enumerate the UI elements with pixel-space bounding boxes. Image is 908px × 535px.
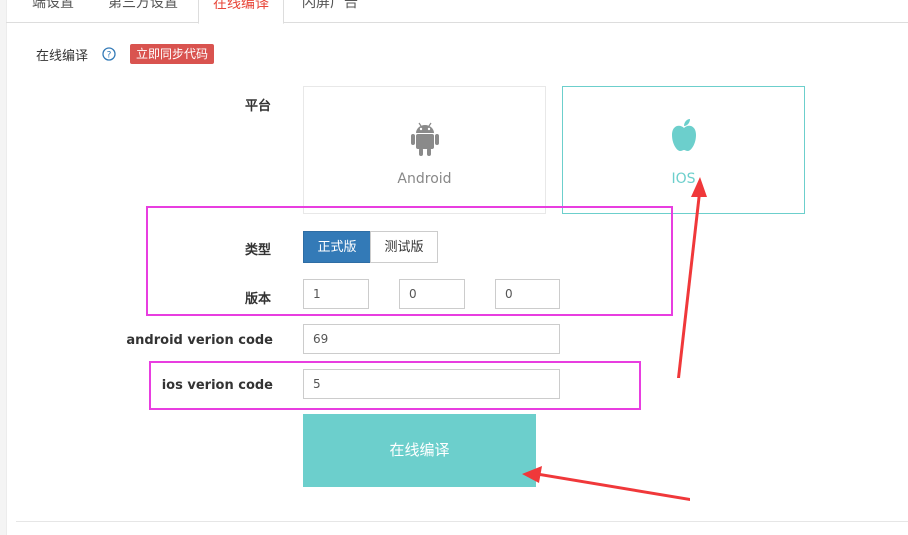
type-label: 类型: [245, 243, 272, 258]
tab-third-party-settings[interactable]: 第三方设置: [108, 0, 178, 22]
version-major-input[interactable]: 1: [303, 279, 369, 309]
tab-client-settings[interactable]: 端设置: [32, 0, 74, 22]
version-minor-input[interactable]: 0: [399, 279, 465, 309]
platform-android-label: Android: [397, 171, 452, 187]
compile-button[interactable]: 在线编译: [303, 414, 536, 487]
ios-code-input[interactable]: 5: [303, 369, 560, 399]
divider: [16, 521, 908, 522]
platform-card-android[interactable]: Android: [303, 86, 546, 214]
section-title: 在线编译: [36, 49, 89, 64]
android-code-label: android verion code: [126, 333, 273, 348]
version-patch-input[interactable]: 0: [495, 279, 560, 309]
tab-online-compile[interactable]: 在线编译: [198, 0, 284, 24]
annotation-arrow-compile: [522, 466, 690, 501]
tab-bar: 端设置 第三方设置 在线编译 闪屏广告: [6, 0, 908, 24]
sync-code-button[interactable]: 立即同步代码: [130, 44, 215, 64]
svg-text:?: ?: [107, 51, 112, 61]
platform-label: 平台: [245, 99, 272, 114]
platform-card-ios[interactable]: IOS: [562, 86, 805, 214]
tab-splash-ads[interactable]: 闪屏广告: [302, 0, 358, 22]
android-icon: [410, 122, 439, 156]
help-icon[interactable]: ?: [102, 47, 116, 61]
ios-code-label: ios verion code: [161, 378, 273, 393]
left-sidebar-edge: [0, 0, 7, 535]
android-code-input[interactable]: 69: [303, 324, 560, 354]
type-test-button[interactable]: 测试版: [370, 231, 438, 263]
apple-icon: [671, 119, 696, 151]
type-release-button[interactable]: 正式版: [303, 231, 371, 263]
platform-ios-label: IOS: [671, 171, 696, 187]
version-label: 版本: [245, 292, 272, 307]
